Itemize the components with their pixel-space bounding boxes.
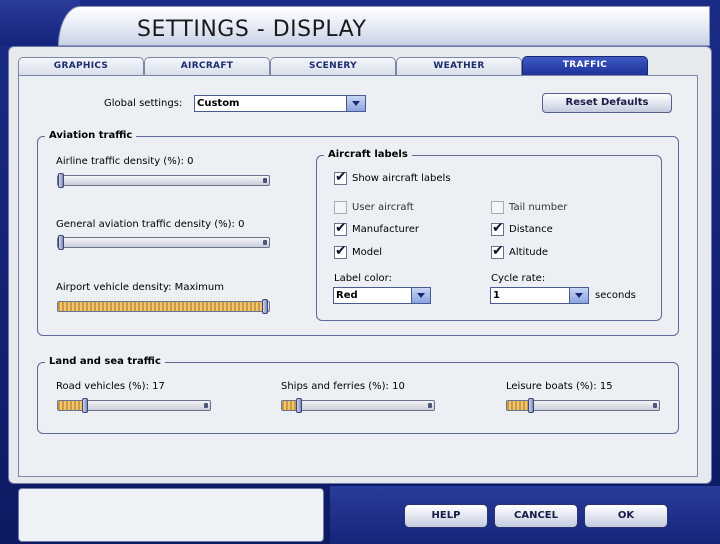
- user-aircraft-checkbox[interactable]: [334, 201, 347, 214]
- tab-graphics[interactable]: GRAPHICS: [18, 57, 144, 75]
- slider-end-cap: [204, 403, 208, 408]
- tab-strip: GRAPHICS AIRCRAFT SCENERY WEATHER TRAFFI…: [18, 56, 650, 75]
- ships-ferries-slider[interactable]: [281, 398, 435, 413]
- manufacturer-label: Manufacturer: [352, 224, 419, 235]
- airline-density-label: Airline traffic density (%): 0: [56, 156, 194, 167]
- ga-density-label: General aviation traffic density (%): 0: [56, 219, 245, 230]
- slider-thumb[interactable]: [528, 398, 534, 413]
- slider-fill: [58, 401, 84, 410]
- ok-button[interactable]: OK: [584, 504, 668, 528]
- road-vehicles-label: Road vehicles (%): 17: [56, 381, 165, 392]
- chevron-down-icon[interactable]: [346, 96, 365, 111]
- cycle-rate-label: Cycle rate:: [491, 273, 546, 284]
- land-sea-traffic-group: [37, 362, 679, 434]
- airport-vehicle-label: Airport vehicle density: Maximum: [56, 282, 224, 293]
- reset-defaults-button[interactable]: Reset Defaults: [542, 93, 672, 113]
- tail-number-label: Tail number: [509, 202, 568, 213]
- cycle-rate-value: 1: [493, 290, 500, 301]
- user-aircraft-label: User aircraft: [352, 202, 414, 213]
- airline-density-slider[interactable]: [57, 173, 270, 188]
- help-button[interactable]: HELP: [404, 504, 488, 528]
- aircraft-labels-title: Aircraft labels: [324, 149, 412, 160]
- land-sea-traffic-title: Land and sea traffic: [45, 356, 165, 367]
- model-checkbox[interactable]: [334, 243, 347, 259]
- cycle-rate-unit: seconds: [595, 290, 636, 301]
- chevron-down-icon[interactable]: [411, 288, 430, 303]
- slider-thumb[interactable]: [296, 398, 302, 413]
- slider-thumb[interactable]: [58, 173, 64, 188]
- footer-info-panel: [18, 488, 324, 542]
- slider-fill: [507, 401, 530, 410]
- tab-scenery[interactable]: SCENERY: [270, 57, 396, 75]
- road-vehicles-slider[interactable]: [57, 398, 211, 413]
- leisure-boats-slider[interactable]: [506, 398, 660, 413]
- show-labels-label: Show aircraft labels: [352, 173, 451, 184]
- model-label: Model: [352, 247, 383, 258]
- chevron-down-icon[interactable]: [569, 288, 588, 303]
- label-color-value: Red: [336, 290, 358, 301]
- leisure-boats-label: Leisure boats (%): 15: [506, 381, 613, 392]
- window-title: SETTINGS - DISPLAY: [137, 17, 367, 42]
- aviation-traffic-title: Aviation traffic: [45, 130, 137, 141]
- slider-fill: [58, 302, 264, 311]
- title-bar: SETTINGS - DISPLAY: [58, 6, 710, 46]
- ships-ferries-label: Ships and ferries (%): 10: [281, 381, 405, 392]
- airport-vehicle-slider[interactable]: [57, 299, 270, 314]
- slider-end-cap: [263, 240, 267, 245]
- tab-traffic[interactable]: TRAFFIC: [522, 56, 648, 75]
- slider-end-cap: [428, 403, 432, 408]
- ga-density-slider[interactable]: [57, 235, 270, 250]
- distance-label: Distance: [509, 224, 553, 235]
- slider-end-cap: [263, 178, 267, 183]
- slider-thumb[interactable]: [82, 398, 88, 413]
- altitude-label: Altitude: [509, 247, 549, 258]
- slider-end-cap: [653, 403, 657, 408]
- altitude-checkbox[interactable]: [491, 243, 504, 259]
- global-settings-value: Custom: [197, 98, 240, 109]
- tail-number-checkbox[interactable]: [491, 201, 504, 214]
- distance-checkbox[interactable]: [491, 220, 504, 236]
- tab-aircraft[interactable]: AIRCRAFT: [144, 57, 270, 75]
- manufacturer-checkbox[interactable]: [334, 220, 347, 236]
- show-labels-checkbox[interactable]: [334, 169, 347, 185]
- slider-thumb[interactable]: [262, 299, 268, 314]
- tab-weather[interactable]: WEATHER: [396, 57, 522, 75]
- global-settings-label: Global settings:: [104, 98, 183, 109]
- label-color-label: Label color:: [334, 273, 392, 284]
- cycle-rate-select[interactable]: 1: [490, 287, 589, 304]
- label-color-select[interactable]: Red: [333, 287, 431, 304]
- cancel-button[interactable]: CANCEL: [494, 504, 578, 528]
- slider-thumb[interactable]: [58, 235, 64, 250]
- global-settings-select[interactable]: Custom: [194, 95, 366, 112]
